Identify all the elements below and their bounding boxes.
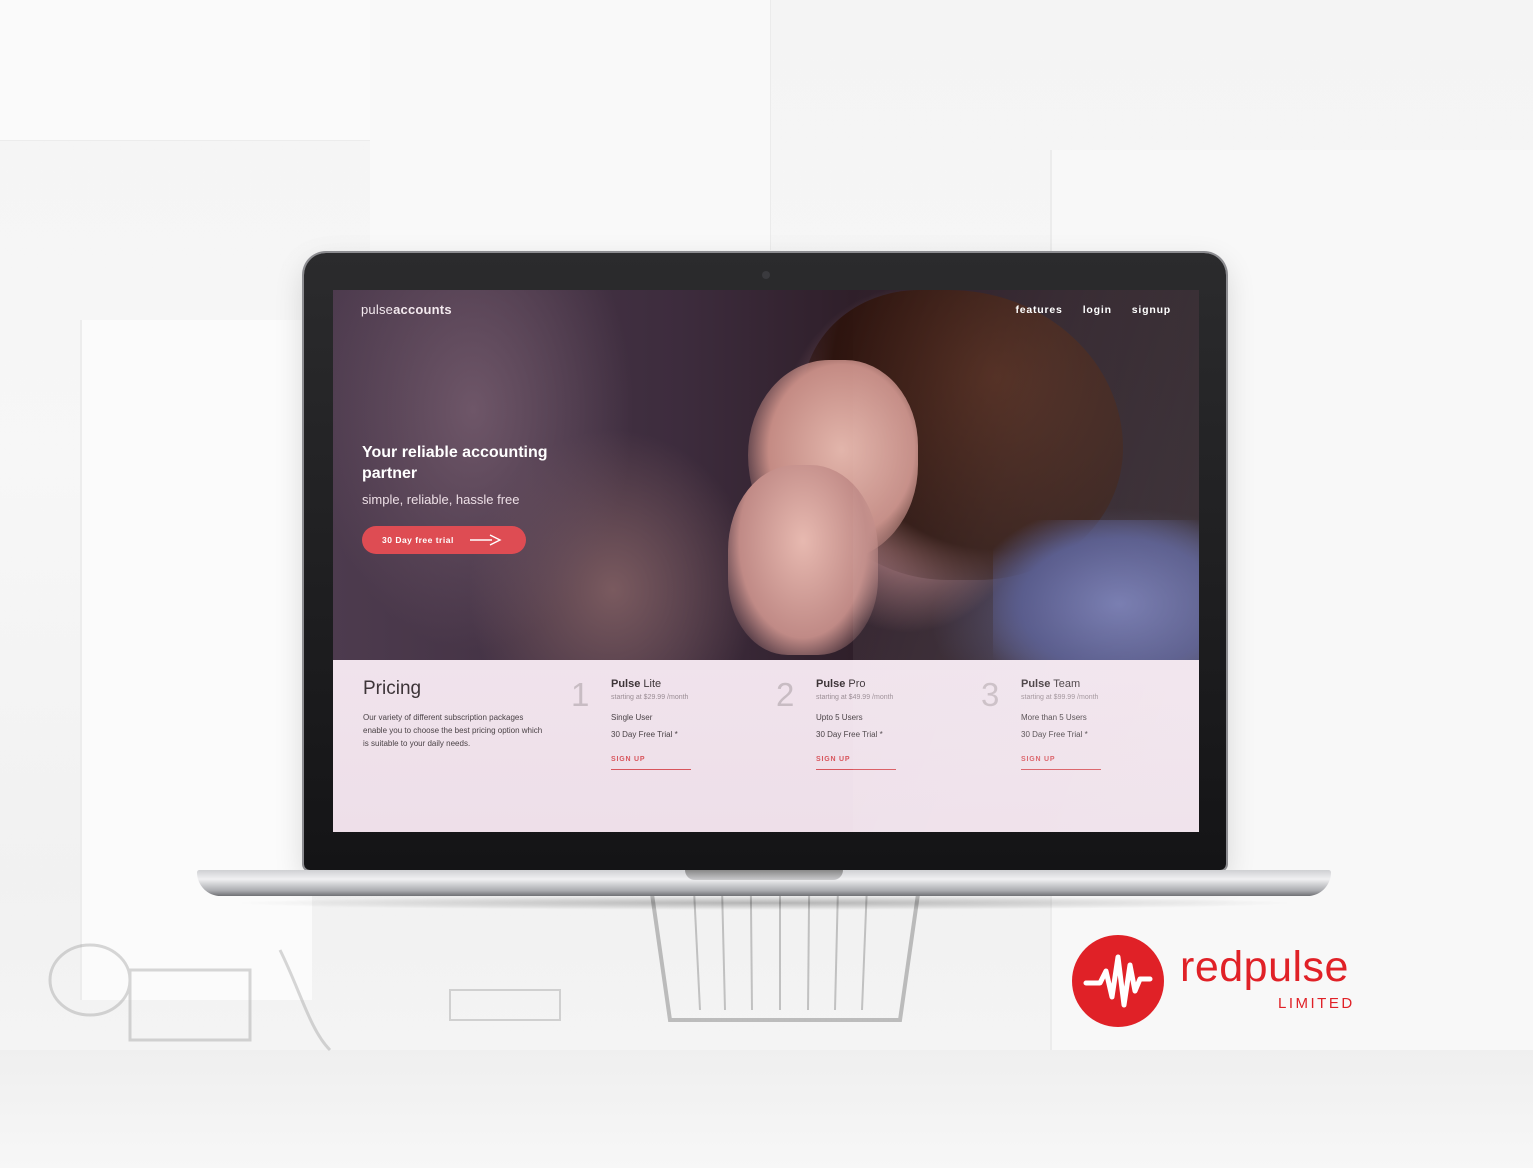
plan-name: Pulse Pro	[816, 678, 866, 690]
pricing-description: Our variety of different subscription pa…	[363, 713, 543, 748]
plan-card: 2 Pulse Pro starting at $49.99 /month Up…	[776, 676, 996, 786]
plan-feature: 30 Day Free Trial *	[611, 730, 678, 739]
logo-circle	[1072, 935, 1164, 1027]
plan-feature: More than 5 Users	[1021, 713, 1087, 722]
hero-subtitle: simple, reliable, hassle free	[362, 492, 520, 507]
plan-price: starting at $49.99 /month	[816, 694, 894, 701]
laptop-lid: pulseaccounts features login signup Your…	[304, 253, 1226, 870]
laptop-base	[197, 870, 1331, 896]
plan-feature: Single User	[611, 713, 653, 722]
plan-name: Pulse Lite	[611, 678, 661, 690]
arrow-right-icon	[469, 534, 502, 546]
pulse-wave-icon	[1083, 954, 1153, 1008]
plan-name: Pulse Team	[1021, 678, 1080, 690]
hero-photo-sweater	[993, 520, 1199, 660]
plan-signup-link[interactable]: SIGN UP	[611, 756, 691, 770]
plan-name-light: Lite	[643, 678, 662, 690]
plan-feature: 30 Day Free Trial *	[1021, 730, 1088, 739]
plan-price: starting at $29.99 /month	[611, 694, 689, 701]
nav-features[interactable]: features	[1015, 304, 1062, 316]
nav-signup[interactable]: signup	[1132, 304, 1171, 316]
background-cabinet	[370, 0, 771, 250]
site-logo[interactable]: pulseaccounts	[361, 302, 452, 317]
laptop-notch	[685, 870, 843, 880]
laptop-shadow	[230, 896, 1300, 910]
top-nav: features login signup	[1015, 304, 1171, 316]
hero-section: pulseaccounts features login signup Your…	[333, 290, 1199, 660]
brand-light: pulse	[361, 302, 394, 317]
brand-bold: accounts	[393, 302, 452, 317]
plan-name-light: Pro	[848, 678, 866, 690]
plan-name-light: Team	[1053, 678, 1081, 690]
plan-price: starting at $99.99 /month	[1021, 694, 1099, 701]
free-trial-label: 30 Day free trial	[382, 535, 454, 545]
hero-title: Your reliable accounting partner	[362, 444, 548, 482]
plan-name-bold: Pulse	[816, 678, 846, 690]
laptop-screen: pulseaccounts features login signup Your…	[333, 290, 1199, 832]
hero-photo-hand	[728, 465, 878, 655]
nav-login[interactable]: login	[1083, 304, 1112, 316]
plan-name-bold: Pulse	[611, 678, 641, 690]
background-desk-items	[48, 943, 561, 1052]
plan-feature: 30 Day Free Trial *	[816, 730, 883, 739]
plan-card: 3 Pulse Team starting at $99.99 /month M…	[981, 676, 1199, 786]
plan-number: 2	[776, 676, 795, 713]
redpulse-logo: redpulse LIMITED	[1072, 935, 1352, 1027]
logo-wordmark: redpulse	[1180, 943, 1349, 991]
pricing-title: Pricing	[363, 678, 422, 699]
camera-dot	[762, 271, 770, 279]
logo-tagline: LIMITED	[1278, 995, 1355, 1012]
plan-name-bold: Pulse	[1021, 678, 1051, 690]
pricing-section: Pricing Our variety of different subscri…	[333, 660, 1199, 832]
background-desk	[0, 1050, 1533, 1168]
plan-number: 3	[981, 676, 1000, 713]
plan-number: 1	[571, 676, 590, 713]
plan-feature: Upto 5 Users	[816, 713, 863, 722]
plan-signup-link[interactable]: SIGN UP	[1021, 756, 1101, 770]
background-cabinet	[0, 0, 371, 141]
free-trial-button[interactable]: 30 Day free trial	[362, 526, 526, 554]
plan-signup-link[interactable]: SIGN UP	[816, 756, 896, 770]
plan-card: 1 Pulse Lite starting at $29.99 /month S…	[571, 676, 791, 786]
